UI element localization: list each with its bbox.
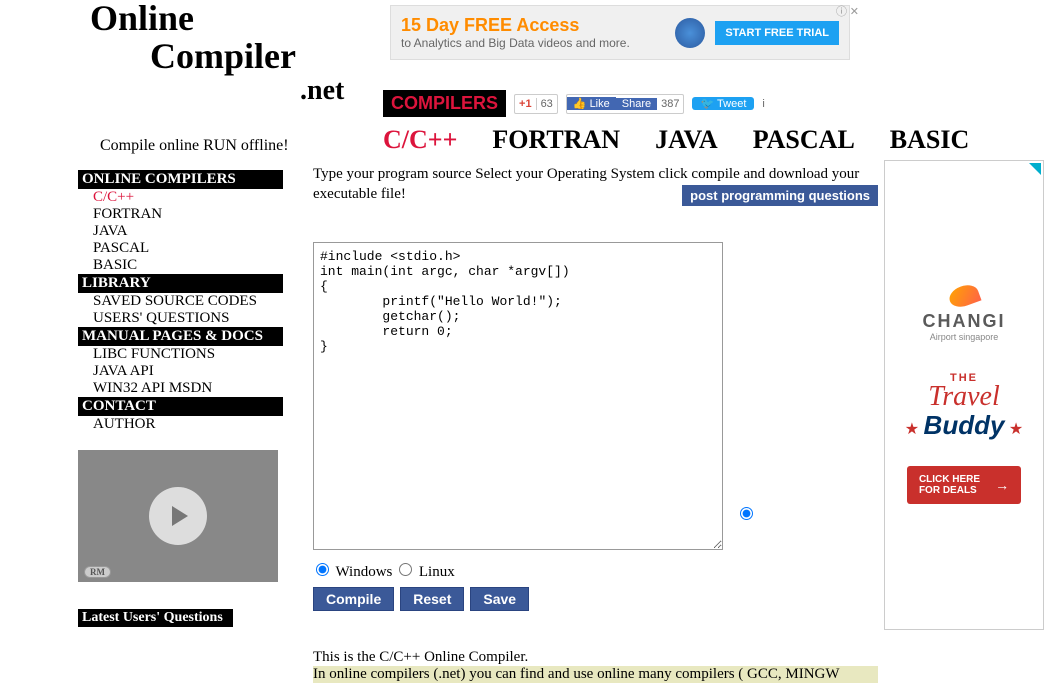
sidebar-item-author[interactable]: AUTHOR (78, 416, 283, 433)
right-sidebar-ad[interactable]: CHANGI Airport singapore THE Travel ★ Bu… (884, 160, 1044, 630)
top-banner-ad[interactable]: 15 Day FREE Access to Analytics and Big … (390, 5, 850, 60)
ad-subtitle: to Analytics and Big Data videos and mor… (401, 36, 665, 50)
ad-cta-button[interactable]: START FREE TRIAL (715, 21, 839, 45)
os-radio-linux[interactable] (399, 563, 412, 576)
ad-info-icon[interactable] (1029, 163, 1041, 175)
play-button[interactable] (149, 487, 207, 545)
sidebar-item-javaapi[interactable]: JAVA API (78, 363, 283, 380)
reset-button[interactable]: Reset (400, 587, 464, 611)
logo-line2: Compiler (90, 38, 344, 76)
post-questions-link[interactable]: post programming questions (682, 185, 878, 206)
save-button[interactable]: Save (470, 587, 529, 611)
sidebar-header-docs: MANUAL PAGES & DOCS (78, 327, 283, 346)
ad-badge-icon (675, 18, 705, 48)
sidebar-item-pascal[interactable]: PASCAL (78, 240, 283, 257)
compilers-badge: COMPILERS (383, 90, 506, 117)
sidebar-item-fortran[interactable]: FORTRAN (78, 206, 283, 223)
tab-java[interactable]: JAVA (655, 125, 718, 155)
changi-logo-icon (946, 282, 981, 311)
language-tabs: C/C++ FORTRAN JAVA PASCAL BASIC (383, 125, 969, 155)
sidebar-nav: ONLINE COMPILERS C/C++ FORTRAN JAVA PASC… (78, 170, 283, 582)
video-box[interactable]: RM (78, 450, 278, 582)
ad-close-icon[interactable]: ⓘ ✕ (836, 3, 859, 19)
logo-line3: .net (90, 76, 344, 105)
tagline: Compile online RUN offline! (100, 137, 289, 155)
tb-travel: Travel (905, 384, 1023, 409)
source-code-input[interactable] (313, 242, 723, 550)
sidebar-item-basic[interactable]: BASIC (78, 257, 283, 274)
arrow-icon: → (995, 477, 1009, 493)
tb-buddy: Buddy (924, 410, 1005, 440)
code-radio[interactable] (740, 507, 753, 520)
os-selector: Windows Linux (313, 563, 878, 581)
compile-button[interactable]: Compile (313, 587, 394, 611)
star-icon: ★ (905, 421, 919, 438)
bottom-text-1: This is the C/C++ Online Compiler. (313, 649, 878, 666)
changi-text: CHANGI (923, 311, 1006, 332)
sidebar-item-cpp[interactable]: C/C++ (78, 189, 283, 206)
sidebar-item-java[interactable]: JAVA (78, 223, 283, 240)
star-icon: ★ (1009, 421, 1023, 438)
sidebar-item-libc[interactable]: LIBC FUNCTIONS (78, 346, 283, 363)
sidebar-header-library: LIBRARY (78, 274, 283, 293)
sidebar-item-questions[interactable]: USERS' QUESTIONS (78, 310, 283, 327)
os-radio-windows[interactable] (316, 563, 329, 576)
travel-buddy-logo: THE Travel ★ Buddy ★ (905, 372, 1023, 440)
tab-cpp[interactable]: C/C++ (383, 125, 457, 155)
google-plus-button[interactable]: +163 (514, 94, 558, 114)
changi-subtitle: Airport singapore (923, 332, 1006, 342)
latest-questions-header: Latest Users' Questions (78, 609, 233, 627)
site-logo[interactable]: Online Compiler .net (90, 0, 344, 105)
play-icon (172, 506, 188, 526)
facebook-like-button[interactable]: 👍 LikeShare387 (566, 94, 685, 114)
deals-button[interactable]: CLICK HERE FOR DEALS→ (907, 466, 1021, 504)
sidebar-header-compilers: ONLINE COMPILERS (78, 170, 283, 189)
sidebar-item-win32[interactable]: WIN32 API MSDN (78, 380, 283, 397)
sidebar-item-saved[interactable]: SAVED SOURCE CODES (78, 293, 283, 310)
os-label-windows: Windows (335, 564, 392, 580)
ad-title: 15 Day FREE Access (401, 15, 665, 36)
tweet-button[interactable]: 🐦 Tweeti (692, 94, 770, 114)
tab-fortran[interactable]: FORTRAN (492, 125, 620, 155)
sidebar-header-contact: CONTACT (78, 397, 283, 416)
tab-basic[interactable]: BASIC (890, 125, 969, 155)
rm-badge: RM (84, 566, 111, 578)
tab-pascal[interactable]: PASCAL (753, 125, 855, 155)
logo-line1: Online (90, 0, 344, 38)
bottom-text-2: In online compilers (.net) you can find … (313, 666, 878, 683)
os-label-linux: Linux (419, 564, 455, 580)
